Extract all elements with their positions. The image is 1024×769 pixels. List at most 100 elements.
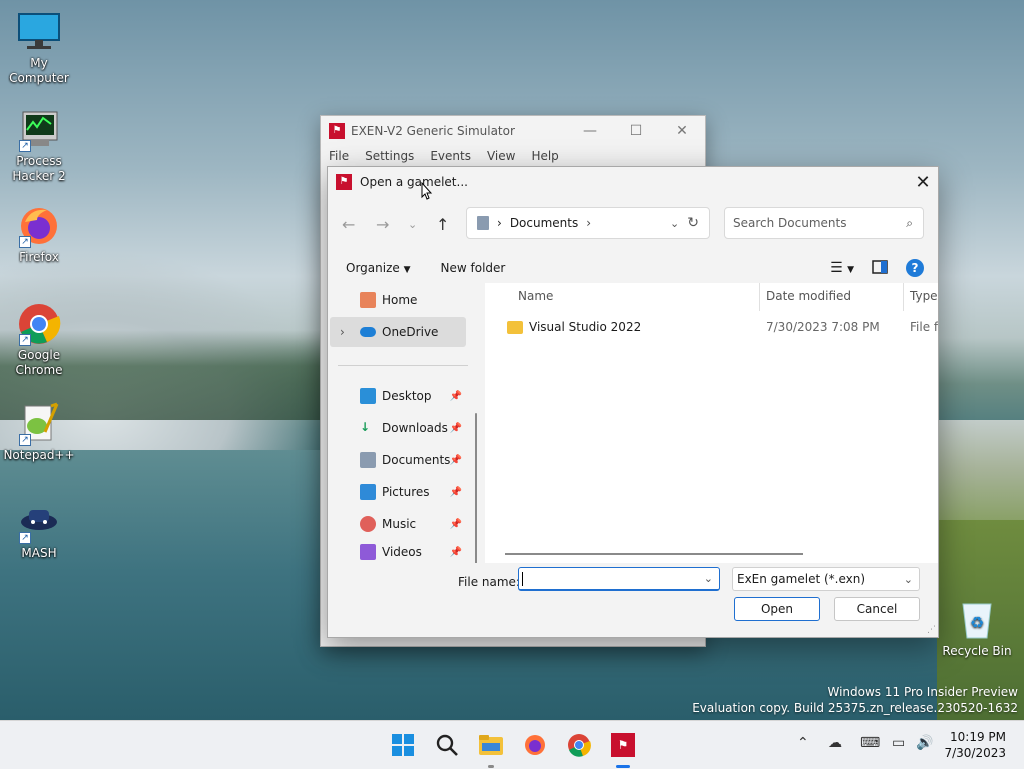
taskbar-exen-simulator[interactable]: ⚑: [609, 731, 637, 759]
text-caret: [522, 572, 523, 586]
horizontal-scrollbar[interactable]: [505, 553, 803, 555]
nav-scrollbar[interactable]: [475, 413, 477, 579]
desktop-icon-label: My Computer: [9, 56, 69, 85]
command-bar: Organize ▼ New folder ☰ ▼ ?: [328, 253, 938, 283]
organize-button[interactable]: Organize ▼: [346, 261, 411, 275]
desktop-icon-my-computer[interactable]: My Computer: [1, 10, 77, 86]
nav-item-label: Music: [382, 517, 417, 531]
nav-item-pictures[interactable]: Pictures 📌: [330, 477, 466, 507]
menu-file[interactable]: File: [329, 149, 349, 163]
nav-item-label: Documents: [382, 453, 451, 467]
column-header-type[interactable]: Type: [910, 283, 938, 309]
nav-item-documents[interactable]: Documents 📌: [330, 445, 466, 475]
file-list: ⌃ Name Date modified Type Visual Studio …: [485, 283, 938, 563]
file-name-input[interactable]: ⌄: [518, 567, 720, 591]
pin-icon[interactable]: 📌: [450, 519, 462, 530]
preview-pane-icon[interactable]: [872, 259, 888, 277]
network-icon[interactable]: ▭: [892, 735, 905, 751]
close-button[interactable]: ✕: [659, 123, 705, 139]
firefox-icon: ↗: [17, 204, 61, 248]
simulator-titlebar[interactable]: ⚑ EXEN-V2 Generic Simulator — ☐ ✕: [321, 116, 705, 146]
column-divider[interactable]: [903, 283, 904, 311]
column-divider[interactable]: [759, 283, 760, 311]
volume-icon[interactable]: 🔊: [916, 735, 933, 751]
show-hidden-icons-chevron-up-icon[interactable]: ⌃: [797, 735, 809, 751]
dialog-footer: File name: ⌄ ExEn gamelet (*.exn) ⌄ Open…: [328, 563, 938, 637]
windows-logo-icon: [392, 734, 414, 756]
desktop-icon-process-hacker[interactable]: ↗ Process Hacker 2: [1, 108, 77, 184]
chevron-right-icon[interactable]: ›: [586, 216, 591, 230]
address-bar[interactable]: › Documents › ⌄ ↻: [466, 207, 710, 239]
taskbar-chrome[interactable]: [565, 731, 593, 759]
chevron-right-icon: ›: [497, 216, 502, 230]
pin-icon[interactable]: 📌: [450, 487, 462, 498]
address-chevron-down-icon[interactable]: ⌄: [670, 217, 679, 230]
breadcrumb-documents[interactable]: Documents: [510, 216, 578, 230]
cancel-button[interactable]: Cancel: [834, 597, 920, 621]
nav-item-music[interactable]: Music 📌: [330, 509, 466, 539]
desktop-icon-firefox[interactable]: ↗ Firefox: [1, 204, 77, 265]
menu-settings[interactable]: Settings: [365, 149, 414, 163]
menu-help[interactable]: Help: [531, 149, 558, 163]
minimize-button[interactable]: —: [567, 123, 613, 139]
taskbar: ⚑ ⌃ ☁ ⌨ ▭ 🔊 10:19 PM 7/30/2023: [0, 720, 1024, 769]
simulator-title: EXEN-V2 Generic Simulator: [351, 124, 515, 138]
expand-chevron-icon[interactable]: ›: [340, 325, 345, 339]
nav-item-downloads[interactable]: ↓ Downloads 📌: [330, 413, 466, 443]
desktop-icon-recycle-bin[interactable]: ♻ Recycle Bin: [940, 596, 1014, 658]
menu-events[interactable]: Events: [430, 149, 471, 163]
search-icon: ⌕: [906, 215, 913, 230]
new-folder-button[interactable]: New folder: [441, 261, 506, 275]
resize-grip-icon[interactable]: ⋰: [927, 625, 936, 635]
up-arrow-icon[interactable]: ↑: [436, 215, 449, 234]
chevron-down-icon[interactable]: ⌄: [704, 572, 713, 585]
nav-item-videos[interactable]: Videos 📌: [330, 541, 466, 563]
help-icon[interactable]: ?: [906, 259, 924, 277]
keyboard-icon[interactable]: ⌨: [860, 735, 880, 751]
nav-item-onedrive[interactable]: › OneDrive: [330, 317, 466, 347]
clock[interactable]: 10:19 PM 7/30/2023: [944, 729, 1006, 761]
refresh-icon[interactable]: ↻: [687, 215, 699, 231]
maximize-button[interactable]: ☐: [613, 123, 659, 139]
exen-app-icon: ⚑: [329, 123, 345, 139]
taskbar-firefox[interactable]: [521, 731, 549, 759]
open-button[interactable]: Open: [734, 597, 820, 621]
search-box[interactable]: Search Documents ⌕: [724, 207, 924, 239]
taskbar-file-explorer[interactable]: [477, 731, 505, 759]
menu-view[interactable]: View: [487, 149, 515, 163]
pin-icon[interactable]: 📌: [450, 423, 462, 434]
pin-icon[interactable]: 📌: [450, 547, 462, 558]
process-hacker-icon: ↗: [17, 108, 61, 152]
home-icon: [360, 292, 376, 308]
cloud-icon: [360, 327, 376, 337]
chrome-icon: ↗: [17, 302, 61, 346]
nav-item-home[interactable]: Home: [330, 285, 466, 315]
cloud-offline-icon[interactable]: ☁: [828, 735, 842, 751]
dialog-close-button[interactable]: ✕: [908, 172, 938, 193]
file-type-value: ExEn gamelet (*.exn): [737, 572, 866, 586]
column-label: Type: [910, 289, 938, 303]
file-date: 7/30/2023 7:08 PM: [766, 320, 880, 334]
dialog-title: Open a gamelet...: [360, 175, 468, 189]
taskbar-search-button[interactable]: [433, 731, 461, 759]
dialog-titlebar[interactable]: ⚑ Open a gamelet... ✕: [328, 167, 938, 197]
desktop-icon-label: Notepad++: [3, 448, 75, 462]
column-header-date[interactable]: Date modified: [766, 283, 851, 309]
desktop-icon-label: Recycle Bin: [942, 644, 1012, 658]
desktop-icon-mash[interactable]: ↗ MASH: [1, 500, 77, 561]
recent-chevron-down-icon[interactable]: ⌄: [408, 218, 417, 231]
pin-icon[interactable]: 📌: [450, 391, 462, 402]
forward-arrow-icon[interactable]: →: [376, 215, 389, 234]
open-dialog[interactable]: ⚑ Open a gamelet... ✕ ← → ⌄ ↑ › Document…: [327, 166, 939, 638]
back-arrow-icon[interactable]: ←: [342, 215, 355, 234]
nav-item-desktop[interactable]: Desktop 📌: [330, 381, 466, 411]
search-input[interactable]: Search Documents: [733, 216, 846, 230]
desktop-icon-notepadpp[interactable]: ↗ Notepad++: [1, 402, 77, 463]
start-button[interactable]: [389, 731, 417, 759]
view-options-icon[interactable]: ☰ ▼: [830, 260, 854, 276]
column-header-name[interactable]: Name: [518, 283, 553, 309]
pin-icon[interactable]: 📌: [450, 455, 462, 466]
desktop-icon-chrome[interactable]: ↗ Google Chrome: [1, 302, 77, 378]
file-type-select[interactable]: ExEn gamelet (*.exn) ⌄: [732, 567, 920, 591]
file-row[interactable]: Visual Studio 2022 7/30/2023 7:08 PM Fil…: [485, 315, 938, 339]
